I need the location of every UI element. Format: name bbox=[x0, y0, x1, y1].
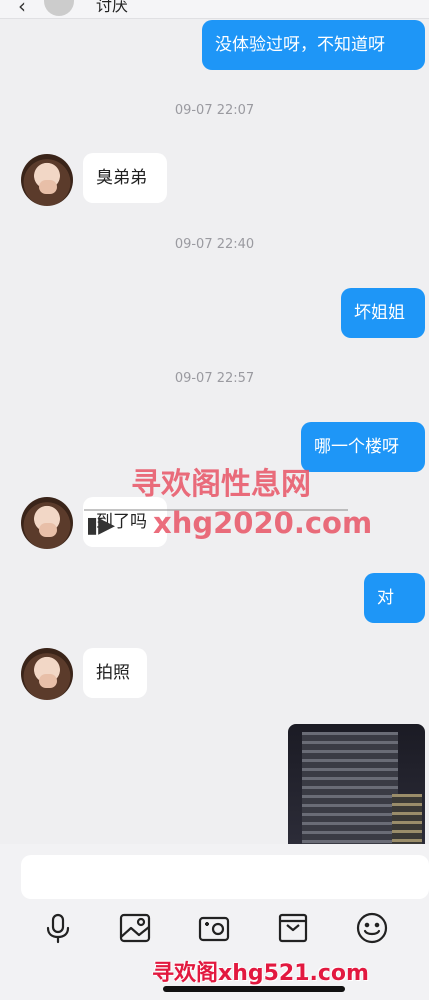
watermark-footer: 寻欢阁xhg521.com bbox=[152, 961, 369, 986]
contact-avatar[interactable] bbox=[21, 154, 73, 206]
message-outgoing[interactable]: 对 bbox=[364, 573, 425, 623]
wallet-icon[interactable] bbox=[276, 911, 310, 945]
avatar-photo bbox=[39, 674, 57, 688]
image-icon[interactable] bbox=[118, 911, 152, 945]
timestamp: 09-07 22:40 bbox=[174, 237, 255, 252]
watermark-text: 寻欢阁性息网 bbox=[131, 467, 311, 502]
message-incoming[interactable]: 拍照 bbox=[83, 648, 147, 698]
camera-icon[interactable] bbox=[197, 911, 231, 945]
message-input[interactable] bbox=[21, 855, 429, 899]
photo-building bbox=[392, 794, 422, 844]
message-outgoing[interactable]: 坏姐姐 bbox=[341, 288, 425, 338]
message-outgoing[interactable]: 哪一个楼呀 bbox=[301, 422, 425, 472]
microphone-icon[interactable] bbox=[41, 911, 75, 945]
photo-building bbox=[302, 732, 398, 844]
avatar-photo bbox=[39, 523, 57, 537]
contact-avatar[interactable] bbox=[21, 648, 73, 700]
contact-avatar[interactable] bbox=[21, 497, 73, 549]
chat-title: 讨厌 bbox=[96, 0, 129, 15]
image-message[interactable] bbox=[288, 724, 425, 844]
play-arrow-icon: ▮▶ bbox=[86, 513, 116, 538]
emoji-icon[interactable] bbox=[355, 911, 389, 945]
message-outgoing[interactable]: 没体验过呀，不知道呀 bbox=[202, 20, 425, 70]
avatar-photo bbox=[39, 180, 57, 194]
header-avatar[interactable] bbox=[44, 0, 74, 16]
watermark-url: xhg2020.com bbox=[153, 506, 373, 540]
back-icon[interactable]: ‹ bbox=[18, 0, 26, 18]
message-incoming[interactable]: 臭弟弟 bbox=[83, 153, 167, 203]
timestamp: 09-07 22:57 bbox=[174, 371, 255, 386]
chat-header: ‹ 讨厌 bbox=[0, 0, 429, 19]
timestamp: 09-07 22:07 bbox=[174, 103, 255, 118]
